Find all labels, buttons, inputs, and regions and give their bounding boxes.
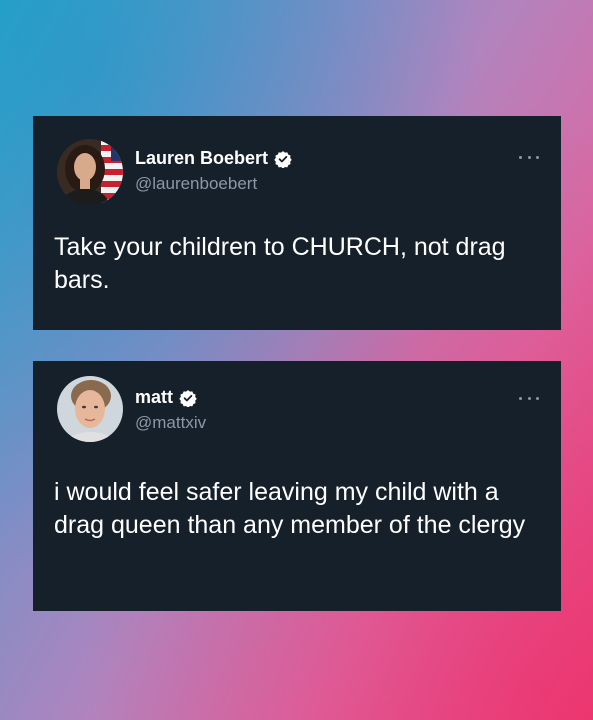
more-options-icon[interactable]: [519, 153, 539, 161]
tweet-card[interactable]: matt @mattxiv i would feel safer leaving…: [33, 361, 561, 611]
handle[interactable]: @mattxiv: [135, 413, 206, 433]
background-gradient: [0, 0, 593, 720]
avatar[interactable]: [57, 376, 123, 442]
author-line: Lauren Boebert: [135, 148, 292, 169]
display-name[interactable]: Lauren Boebert: [135, 148, 268, 169]
young-man-avatar-icon: [57, 376, 123, 442]
tweet-text: Take your children to CHURCH, not drag b…: [54, 233, 506, 294]
author-line: matt: [135, 387, 197, 408]
verified-badge-icon: [274, 150, 292, 168]
handle[interactable]: @laurenboebert: [135, 174, 257, 194]
tweet-card[interactable]: Lauren Boebert @laurenboebert Take your …: [33, 116, 561, 330]
avatar[interactable]: [57, 139, 123, 205]
more-options-icon[interactable]: [519, 394, 539, 402]
display-name[interactable]: matt: [135, 387, 173, 408]
verified-badge-icon: [179, 389, 197, 407]
woman-with-flag-avatar-icon: [57, 139, 123, 205]
tweet-text: i would feel safer leaving my child with…: [54, 478, 526, 539]
